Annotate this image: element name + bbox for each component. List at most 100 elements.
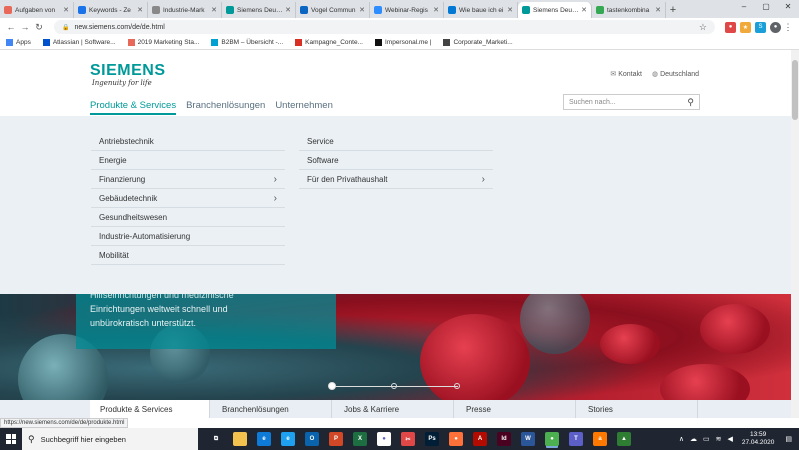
bookmark-icon	[295, 39, 303, 46]
bookmark-item[interactable]: Corporate_Marketi...	[443, 39, 513, 46]
bookmark-item[interactable]: Apps	[6, 39, 31, 46]
acrobat-icon[interactable]: A	[473, 432, 487, 446]
battery-icon[interactable]: ▭	[703, 435, 710, 443]
bookmark-item[interactable]: B2BM – Übersicht -...	[211, 39, 283, 46]
browser-tab[interactable]: Siemens Deutsc ✕	[518, 2, 592, 18]
powerpoint-icon[interactable]: P	[329, 432, 343, 446]
cloud-icon[interactable]: ☁	[690, 435, 697, 443]
browser-tab[interactable]: Industrie-Mark ✕	[148, 2, 222, 18]
task-view-icon[interactable]: ⧉	[209, 432, 223, 446]
word-icon[interactable]: W	[521, 432, 535, 446]
avast-icon[interactable]: a	[593, 432, 607, 446]
firefox-icon[interactable]: ●	[449, 432, 463, 446]
taskbar-apps: ⧉ e e O P X ● ✂ Ps ● A Id W ● Ta ▲	[204, 432, 636, 446]
mega-menu-item[interactable]: Finanzierung ›	[91, 170, 285, 189]
site-search-input[interactable]: Suchen nach... ⚲	[563, 94, 700, 110]
close-tab-icon[interactable]: ✕	[285, 6, 291, 14]
close-tab-icon[interactable]: ✕	[581, 6, 587, 14]
main-nav-item[interactable]: Branchenlösungen	[186, 100, 265, 115]
close-tab-icon[interactable]: ✕	[507, 6, 513, 14]
volume-icon[interactable]: ◀	[727, 435, 732, 443]
browser-tab[interactable]: Wie baue ich ei ✕	[444, 2, 518, 18]
wifi-icon[interactable]: ≋	[716, 435, 722, 443]
country-selector[interactable]: ◍ Deutschland	[652, 70, 699, 79]
excel-icon[interactable]: X	[353, 432, 367, 446]
browser-tab[interactable]: Webinar-Regis ✕	[370, 2, 444, 18]
chevron-up-icon[interactable]: ∧	[679, 435, 684, 443]
browser-tab[interactable]: Siemens Deutsc ✕	[222, 2, 296, 18]
bottom-tab[interactable]: Stories	[578, 400, 698, 418]
mega-menu-item[interactable]: Service	[299, 132, 493, 151]
close-tab-icon[interactable]: ✕	[359, 6, 365, 14]
siemens-logo[interactable]: SIEMENS Ingenuity for life	[90, 62, 166, 87]
close-tab-icon[interactable]: ✕	[211, 6, 217, 14]
teams-purple-icon[interactable]: T	[569, 432, 583, 446]
search-placeholder: Suchen nach...	[569, 98, 616, 106]
taskbar-search-input[interactable]: ⚲ Suchbegriff hier eingeben	[22, 428, 198, 450]
teams-icon[interactable]: ●	[377, 432, 391, 446]
ie-icon[interactable]: e	[281, 432, 295, 446]
minimize-icon[interactable]: –	[733, 0, 755, 14]
forward-icon[interactable]: →	[18, 22, 32, 32]
bottom-tab[interactable]: Presse	[456, 400, 576, 418]
chrome-icon[interactable]: ●	[545, 432, 559, 446]
mega-menu-item-label: Antriebstechnik	[99, 136, 154, 146]
bookmark-item[interactable]: 2019 Marketing Sta...	[127, 39, 199, 46]
contact-link[interactable]: ✉ Kontakt	[610, 70, 642, 79]
bottom-tab[interactable]: Jobs & Karriere	[334, 400, 454, 418]
bookmark-item[interactable]: Impersonal.me |	[374, 39, 431, 46]
notifications-icon[interactable]: ▤	[785, 435, 792, 443]
scrollbar-thumb[interactable]	[792, 60, 798, 120]
browser-menu-icon[interactable]: ⋮	[781, 22, 795, 33]
extension-icon[interactable]: ●	[725, 21, 736, 33]
mega-menu-item[interactable]: Antriebstechnik	[91, 132, 285, 151]
file-explorer-icon[interactable]	[233, 432, 247, 446]
browser-tab[interactable]: Keywords - Ze ✕	[74, 2, 148, 18]
mega-menu-item[interactable]: Software	[299, 151, 493, 170]
search-icon[interactable]: ⚲	[687, 97, 694, 108]
mega-menu-item[interactable]: Gesundheitswesen	[91, 208, 285, 227]
photoshop-icon[interactable]: Ps	[425, 432, 439, 446]
system-tray: ∧ ☁ ▭ ≋ ◀ 13:59 27.04.2020 ▤	[676, 428, 795, 450]
indesign-icon[interactable]: Id	[497, 432, 511, 446]
snip-icon[interactable]: ✂	[401, 432, 415, 446]
mega-menu-item[interactable]: Gebäudetechnik ›	[91, 189, 285, 208]
clock[interactable]: 13:59 27.04.2020	[742, 431, 775, 447]
bookmark-item[interactable]: Kampagne_Conte...	[295, 39, 363, 46]
main-nav-item[interactable]: Unternehmen	[275, 100, 333, 115]
bottom-tab[interactable]: Branchenlösungen	[212, 400, 332, 418]
back-icon[interactable]: ←	[4, 22, 18, 32]
app-icon[interactable]: ▲	[617, 432, 631, 446]
outlook-icon[interactable]: O	[305, 432, 319, 446]
start-button[interactable]	[0, 428, 22, 450]
extension-icon[interactable]: ★	[740, 21, 751, 33]
close-tab-icon[interactable]: ✕	[63, 6, 69, 14]
close-tab-icon[interactable]: ✕	[655, 6, 661, 14]
reload-icon[interactable]: ↻	[32, 22, 46, 33]
bookmark-star-icon[interactable]: ☆	[699, 22, 707, 33]
mega-menu-item[interactable]: Industrie-Automatisierung	[91, 227, 285, 246]
slider-dot[interactable]	[391, 383, 397, 389]
maximize-icon[interactable]: ▢	[755, 0, 777, 14]
hero-banner[interactable]: Hilfseinrichtungen und medizinische Einr…	[0, 294, 791, 400]
main-nav-item[interactable]: Produkte & Services	[90, 100, 177, 115]
mega-menu-item[interactable]: Energie	[91, 151, 285, 170]
edge-icon[interactable]: e	[257, 432, 271, 446]
close-tab-icon[interactable]: ✕	[433, 6, 439, 14]
close-tab-icon[interactable]: ✕	[137, 6, 143, 14]
mega-menu-item[interactable]: Mobilität	[91, 246, 285, 265]
slider-dot[interactable]	[454, 383, 460, 389]
bookmark-item[interactable]: Atlassian | Software...	[42, 39, 116, 46]
bottom-tab[interactable]: Produkte & Services	[90, 400, 210, 418]
profile-avatar-icon[interactable]: ●	[770, 21, 781, 33]
close-window-icon[interactable]: ✕	[777, 0, 799, 14]
browser-tab[interactable]: Aufgaben von ✕	[0, 2, 74, 18]
browser-tab[interactable]: Vogel Commun ✕	[296, 2, 370, 18]
url-field[interactable]: 🔒 new.siemens.com/de/de.html ☆	[54, 20, 715, 34]
extension-icon[interactable]: S	[755, 21, 766, 33]
new-tab-icon[interactable]: +	[666, 2, 680, 18]
browser-tab[interactable]: tastenkombina ✕	[592, 2, 666, 18]
page-scrollbar[interactable]	[791, 50, 799, 418]
mega-menu-item[interactable]: Für den Privathaushalt ›	[299, 170, 493, 189]
slider-dot[interactable]	[328, 382, 336, 390]
